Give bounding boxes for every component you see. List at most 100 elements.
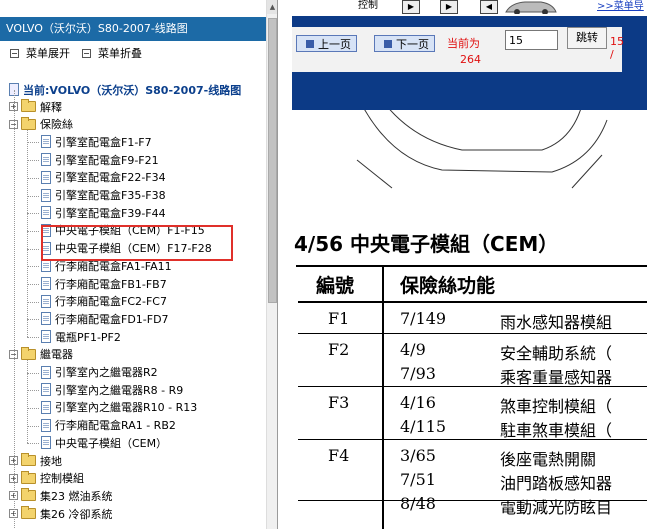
toolbar-button-1[interactable]: ▶ (402, 0, 420, 14)
menu-collapse-button[interactable]: 菜单折叠 (82, 46, 142, 60)
arrow-left-icon (306, 39, 314, 48)
tree-label: 引擎室內之繼電器R8 - R9 (55, 383, 184, 397)
sidebar: VOLVO（沃尔沃）S80-2007-线路图 菜单展开 菜单折叠 当前:VOLV… (0, 0, 278, 529)
tree-connector (27, 248, 39, 250)
tree-folder[interactable]: + 接地 (9, 452, 62, 469)
page-number-input[interactable] (505, 30, 558, 50)
toolbar-partial-label: 控制 (358, 0, 378, 11)
collapse-icon (82, 48, 91, 58)
tree-folder[interactable]: + 集23 燃油系统 (9, 487, 113, 504)
tree-item[interactable]: 行李廂配電盒FD1-FD7 (41, 310, 169, 327)
table-column-rule (382, 267, 384, 529)
tree-item[interactable]: 中央電子模組（CEM） (41, 434, 167, 451)
scroll-thumb[interactable] (268, 18, 277, 303)
folder-icon (21, 470, 36, 484)
tree-folder[interactable]: + 集26 冷卻系統 (9, 505, 113, 522)
tree-item[interactable]: 電瓶PF1-PF2 (41, 328, 121, 345)
fuse-id: F1 (328, 309, 350, 328)
tree-connector (27, 337, 39, 339)
tree-connector (27, 213, 39, 215)
tree-label: 行李廂配電盒FD1-FD7 (55, 312, 169, 326)
tree-item[interactable]: 行李廂配電盒RA1 - RB2 (41, 417, 176, 434)
document-icon (41, 153, 51, 167)
tree-item[interactable]: 引擎室配電盒F22-F34 (41, 169, 166, 186)
current-page-label: 当前为 (447, 37, 480, 50)
top-toolbar: 控制 ▶ ▶ ◀ >>菜单导 (278, 0, 647, 16)
tree-connector (27, 177, 39, 179)
tree: + 解釋 − 保險絲引擎室配電盒F1-F7 引擎室配電盒F9-F21 引擎室配電盒F22-… (0, 80, 266, 529)
page-count-total: 264 (460, 53, 481, 66)
viewer: 控制 ▶ ▶ ◀ >>菜单导 上一页 下一页 当前为 跳转 15 / 264 4… (278, 0, 647, 529)
tree-label: 行李廂配電盒RA1 - RB2 (55, 419, 176, 433)
toolbar-button-3[interactable]: ◀ (480, 0, 498, 14)
document-title: 4/56 中央電子模組（CEM） (294, 232, 559, 256)
tree-label: 引擎室配電盒F9-F21 (55, 153, 159, 167)
tree-item[interactable]: 引擎室配電盒F35-F38 (41, 187, 166, 204)
fuse-function: 電動減光防眩目 (500, 498, 613, 517)
tree-label: 控制模組 (40, 472, 84, 486)
tree-item[interactable]: 引擎室配電盒F9-F21 (41, 151, 159, 168)
fuse-ref: 7/149 (400, 309, 447, 328)
fuse-ref: 4/115 (400, 417, 447, 436)
folder-open-icon (21, 116, 36, 130)
prev-page-button[interactable]: 上一页 (296, 35, 357, 52)
fuse-ref: 4/9 (400, 340, 426, 359)
tree-item[interactable]: 引擎室配電盒F39-F44 (41, 204, 166, 221)
fuse-id: F3 (328, 393, 350, 412)
tree-item[interactable]: 行李廂配電盒FC2-FC7 (41, 293, 167, 310)
table-rule (298, 386, 647, 387)
jump-button[interactable]: 跳转 (567, 27, 607, 49)
tree-item[interactable]: 引擎室內之繼電器R10 - R13 (41, 399, 197, 416)
page-count-current: 15 / (610, 35, 624, 61)
tree-label: 引擎室配電盒F1-F7 (55, 135, 152, 149)
fuse-id: F2 (328, 340, 350, 359)
sidebar-scrollbar[interactable]: ▲ (266, 0, 277, 529)
menu-guide-link[interactable]: >>菜单导 (597, 0, 644, 12)
table-rule (298, 500, 647, 501)
document-icon (41, 206, 51, 220)
tree-label: 引擎室內之繼電器R2 (55, 366, 158, 379)
fuse-ref: 7/93 (400, 364, 436, 383)
document-icon (41, 188, 51, 202)
folder-icon (21, 99, 36, 112)
tree-connector (27, 142, 39, 144)
page-navigation: 上一页 下一页 当前为 跳转 15 / 264 (292, 27, 624, 72)
toolbar-button-2[interactable]: ▶ (440, 0, 458, 14)
tree-item[interactable]: 引擎室配電盒F1-F7 (41, 133, 152, 150)
menu-toolbar: 菜单展开 菜单折叠 (0, 44, 266, 62)
tree-folder[interactable]: + 控制模組 (9, 470, 84, 487)
document-icon (41, 277, 51, 290)
table-rule (298, 301, 647, 303)
scroll-up-arrow-icon[interactable]: ▲ (267, 0, 277, 14)
tree-item[interactable]: 引擎室內之繼電器R2 (41, 364, 158, 381)
document-page: 4/56 中央電子模組（CEM） 編號 保險絲功能 F1 7/149 雨水感知器模組 F2… (292, 110, 647, 529)
tree-connector (27, 160, 39, 162)
tree-item[interactable]: 行李廂配電盒FB1-FB7 (41, 275, 167, 292)
fuse-ref: 7/51 (400, 470, 436, 489)
tree-folder[interactable]: − 繼電器 (9, 346, 73, 363)
tree-label: 解釋 (40, 100, 62, 114)
tree-item[interactable]: 引擎室內之繼電器R8 - R9 (41, 381, 183, 398)
tree-connector (27, 359, 28, 444)
table-header-function: 保險絲功能 (400, 275, 496, 297)
tree-connector (27, 425, 39, 427)
tree-folder[interactable]: + 解釋 (9, 98, 62, 115)
arrow-right-icon (384, 39, 392, 48)
tree-label: 引擎室配電盒F35-F38 (55, 189, 166, 202)
tree-connector (27, 195, 39, 197)
folder-icon (21, 488, 36, 502)
tree-folder[interactable]: − 保險絲 (9, 116, 73, 133)
fuse-ref: 3/65 (400, 446, 436, 465)
sidebar-title: VOLVO（沃尔沃）S80-2007-线路图 (0, 17, 266, 41)
tree-label: 接地 (40, 454, 62, 468)
next-page-label: 下一页 (396, 37, 429, 51)
car-icon (505, 1, 557, 14)
menu-expand-button[interactable]: 菜单展开 (10, 46, 70, 60)
document-icon (41, 436, 51, 450)
next-page-button[interactable]: 下一页 (374, 35, 435, 52)
tree-label: 集26 冷卻系統 (40, 507, 113, 521)
document-icon (41, 365, 51, 379)
document-icon (41, 294, 51, 308)
document-icon (41, 312, 51, 326)
fuse-function: 油門踏板感知器 (500, 474, 613, 493)
